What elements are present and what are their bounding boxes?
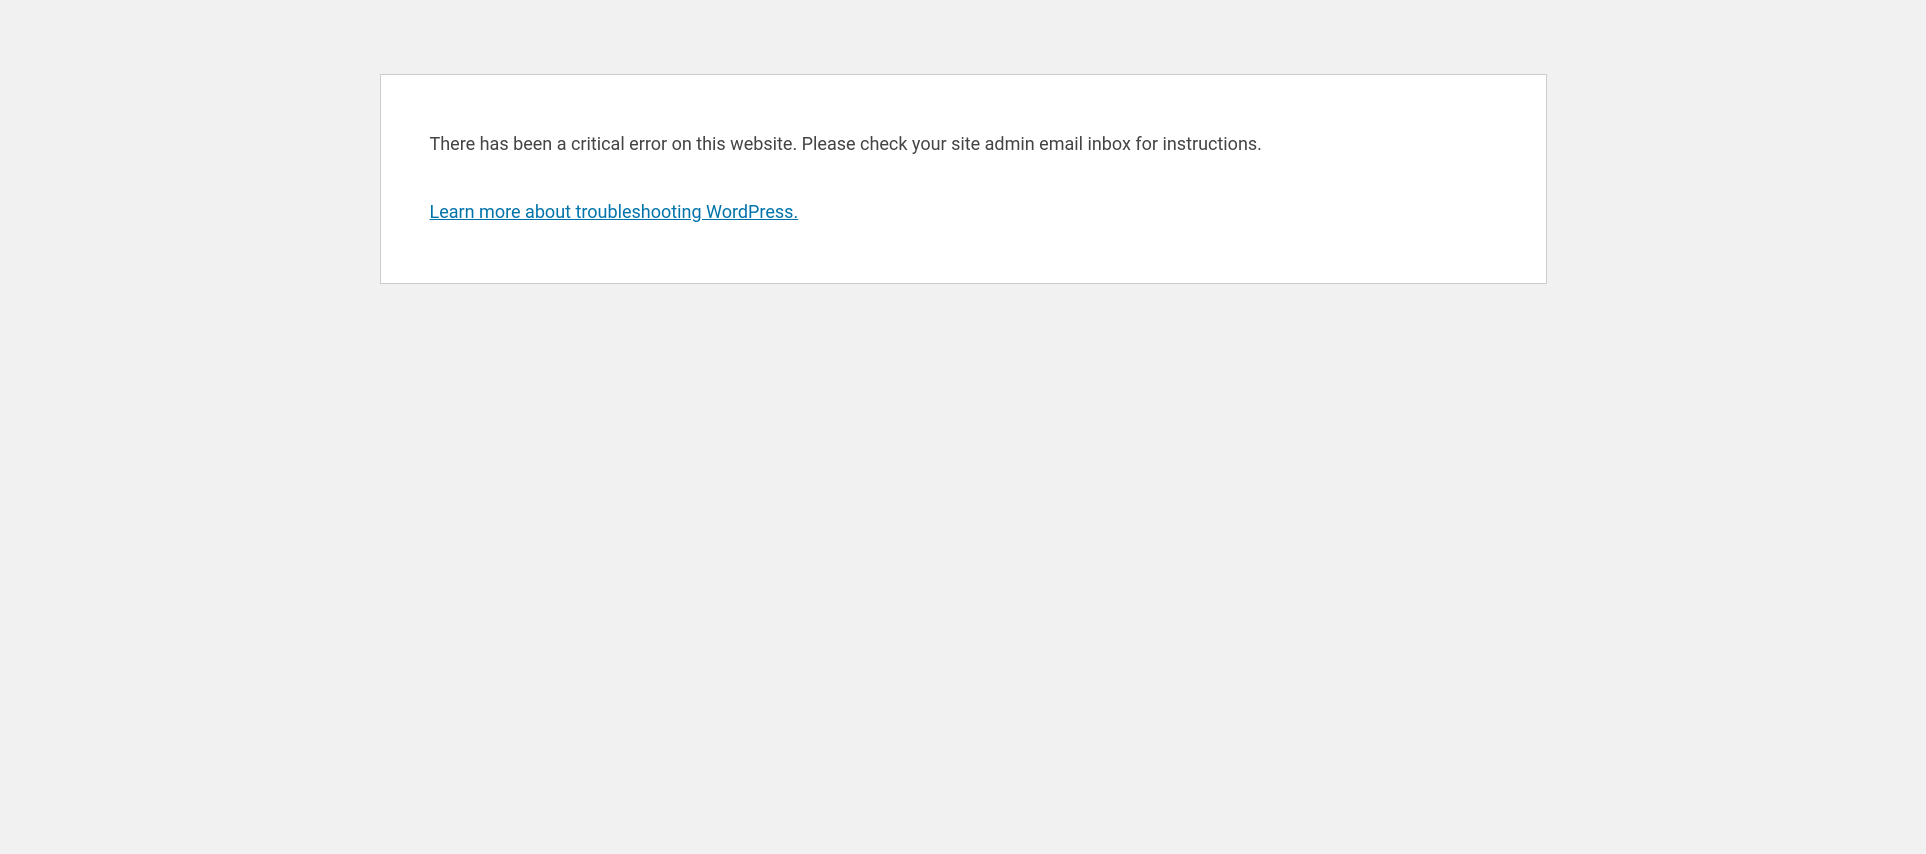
- troubleshoot-link[interactable]: Learn more about troubleshooting WordPre…: [430, 202, 799, 223]
- error-message: There has been a critical error on this …: [430, 131, 1497, 158]
- error-panel: There has been a critical error on this …: [380, 74, 1547, 284]
